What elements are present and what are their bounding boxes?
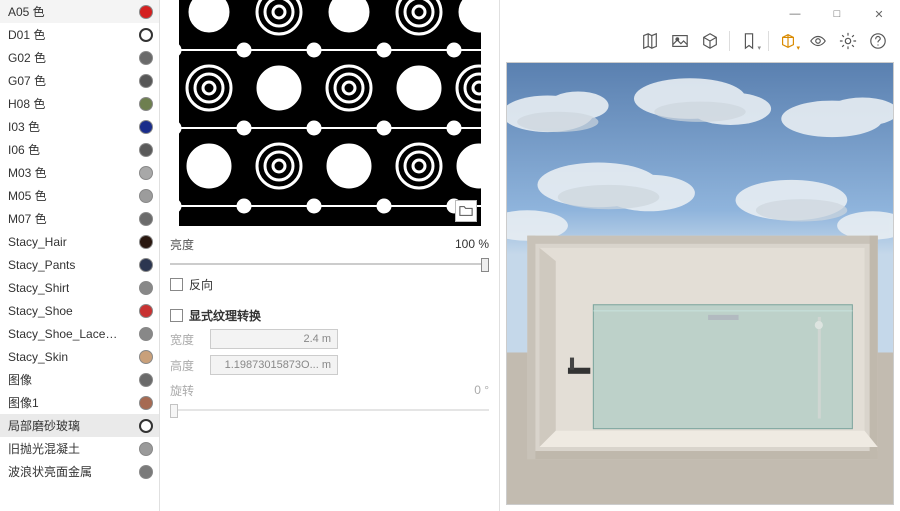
color-swatch-icon [139, 143, 153, 157]
material-item[interactable]: G02 色 [0, 46, 159, 69]
color-swatch-icon [139, 28, 153, 42]
material-name: 旧抛光混凝土 [8, 440, 80, 457]
color-swatch-icon [139, 97, 153, 111]
color-swatch-icon [139, 74, 153, 88]
rotation-label: 旋转 [170, 382, 210, 399]
material-name: 波浪状亮面金属 [8, 463, 92, 480]
window-close-button[interactable]: ✕ [858, 0, 900, 28]
material-name: Stacy_Shoe_Laces_S... [8, 327, 118, 341]
material-name: Stacy_Skin [8, 350, 68, 364]
window-minimize-button[interactable]: — [774, 0, 816, 28]
color-swatch-icon [139, 212, 153, 226]
material-item[interactable]: 波浪状亮面金属 [0, 460, 159, 483]
material-item[interactable]: Stacy_Shoe [0, 299, 159, 322]
material-item[interactable]: Stacy_Pants [0, 253, 159, 276]
map-icon[interactable] [636, 28, 664, 54]
color-swatch-icon [139, 120, 153, 134]
color-swatch-icon [139, 5, 153, 19]
material-item[interactable]: I03 色 [0, 115, 159, 138]
material-list-panel: A05 色 D01 色 G02 色 G07 色 H08 色 I03 色 I06 色 M03 色… [0, 0, 160, 511]
material-name: A05 色 [8, 3, 45, 20]
material-item[interactable]: A05 色 [0, 0, 159, 23]
material-item[interactable]: 图像1 [0, 391, 159, 414]
viewport-panel: — □ ✕ ▾ ▾ [500, 0, 900, 511]
explicit-transform-checkbox[interactable] [170, 309, 183, 322]
color-swatch-icon [139, 442, 153, 456]
material-item[interactable]: Stacy_Hair [0, 230, 159, 253]
color-swatch-icon [139, 465, 153, 479]
brightness-slider[interactable] [170, 256, 489, 272]
viewport-toolbar: ▾ ▾ [636, 28, 892, 54]
window-maximize-button[interactable]: □ [816, 0, 858, 28]
material-item[interactable]: Stacy_Skin [0, 345, 159, 368]
material-name: Stacy_Shoe [8, 304, 73, 318]
width-input[interactable] [210, 329, 338, 349]
material-item[interactable]: I06 色 [0, 138, 159, 161]
object-icon[interactable] [696, 28, 724, 54]
brightness-label: 亮度 [170, 236, 210, 253]
color-swatch-icon [139, 350, 153, 364]
eye-icon[interactable] [804, 28, 832, 54]
color-swatch-icon [139, 258, 153, 272]
material-item[interactable]: 局部磨砂玻璃 [0, 414, 159, 437]
material-name: I06 色 [8, 141, 40, 158]
explicit-transform-label[interactable]: 显式纹理转换 [189, 307, 261, 324]
color-swatch-icon [139, 166, 153, 180]
width-label: 宽度 [170, 331, 210, 348]
material-name: M05 色 [8, 187, 47, 204]
rotation-slider[interactable] [170, 402, 489, 418]
reverse-label[interactable]: 反向 [189, 276, 213, 293]
material-item[interactable]: 图像 [0, 368, 159, 391]
rotation-value: 0 ° [439, 383, 489, 397]
material-properties-panel: 亮度 100 % 反向 显式纹理转换 宽度 高度 [160, 0, 500, 511]
material-item[interactable]: D01 色 [0, 23, 159, 46]
color-swatch-icon [139, 235, 153, 249]
color-swatch-icon [139, 51, 153, 65]
material-name: D01 色 [8, 26, 45, 43]
help-icon[interactable] [864, 28, 892, 54]
material-name: G02 色 [8, 49, 46, 66]
view-mode-icon[interactable]: ▾ [774, 28, 802, 54]
reverse-checkbox[interactable] [170, 278, 183, 291]
material-name: 图像1 [8, 394, 39, 411]
material-name: 图像 [8, 371, 32, 388]
color-swatch-icon [139, 281, 153, 295]
material-item[interactable]: M07 色 [0, 207, 159, 230]
material-name: M03 色 [8, 164, 47, 181]
material-item[interactable]: M03 色 [0, 161, 159, 184]
color-swatch-icon [139, 396, 153, 410]
brightness-value: 100 % [439, 237, 489, 251]
height-input[interactable] [210, 355, 338, 375]
color-swatch-icon [139, 419, 153, 433]
color-swatch-icon [139, 327, 153, 341]
material-name: G07 色 [8, 72, 46, 89]
image-icon[interactable] [666, 28, 694, 54]
color-swatch-icon [139, 304, 153, 318]
material-name: M07 色 [8, 210, 47, 227]
height-label: 高度 [170, 357, 210, 374]
browse-texture-button[interactable] [455, 200, 477, 222]
bookmark-icon[interactable]: ▾ [735, 28, 763, 54]
material-name: 局部磨砂玻璃 [8, 417, 80, 434]
material-name: I03 色 [8, 118, 40, 135]
material-item[interactable]: 旧抛光混凝土 [0, 437, 159, 460]
settings-icon[interactable] [834, 28, 862, 54]
render-viewport[interactable] [506, 62, 894, 505]
material-name: Stacy_Shirt [8, 281, 69, 295]
color-swatch-icon [139, 373, 153, 387]
material-name: Stacy_Hair [8, 235, 67, 249]
material-item[interactable]: G07 色 [0, 69, 159, 92]
material-item[interactable]: M05 色 [0, 184, 159, 207]
texture-preview [179, 0, 481, 226]
material-item[interactable]: H08 色 [0, 92, 159, 115]
material-name: Stacy_Pants [8, 258, 75, 272]
color-swatch-icon [139, 189, 153, 203]
material-item[interactable]: Stacy_Shirt [0, 276, 159, 299]
material-name: H08 色 [8, 95, 45, 112]
material-item[interactable]: Stacy_Shoe_Laces_S... [0, 322, 159, 345]
